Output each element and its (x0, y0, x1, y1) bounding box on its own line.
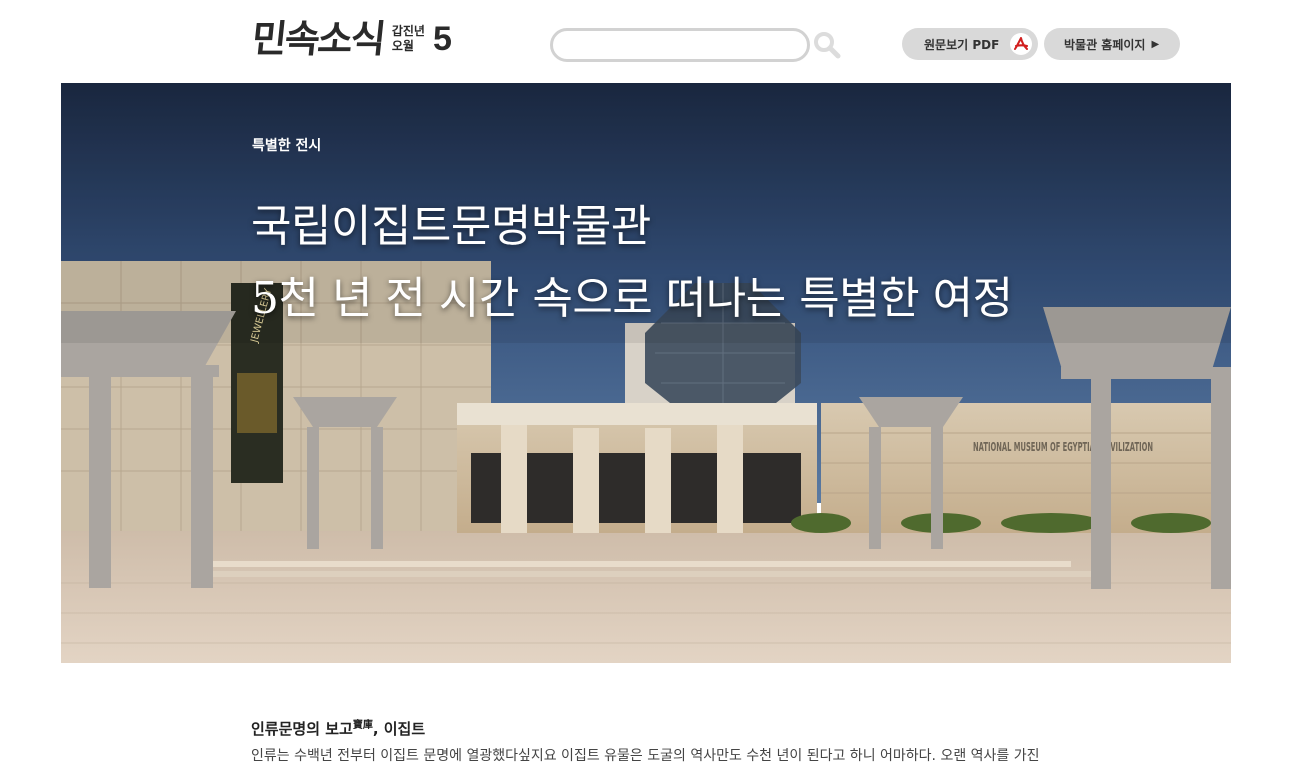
pdf-view-label: 원문보기 PDF (924, 37, 1000, 52)
museum-home-label: 박물관 홈페이지 (1064, 37, 1146, 52)
pdf-view-button[interactable]: 원문보기 PDF (902, 28, 1038, 60)
logo-month: 오월 (391, 39, 414, 53)
hero-title: 국립이집트문명박물관 5천 년 전 시간 속으로 떠나는 특별한 여정 (251, 191, 1013, 335)
section-category: 특별한 전시 (252, 138, 322, 154)
play-arrow-icon: ▶ (1151, 38, 1160, 50)
search-input[interactable] (550, 28, 810, 62)
logo-title: 민속소식 (249, 16, 387, 61)
hero-title-line1: 국립이집트문명박물관 (251, 201, 651, 252)
logo-year: 갑진년 (391, 24, 425, 38)
article-heading-tail: , 이집트 (372, 720, 426, 738)
hero-banner: JEWELLERY NATIONAL MUSEUM OF EGYPTIAN CI… (61, 83, 1231, 663)
museum-home-button[interactable]: 박물관 홈페이지 ▶ (1044, 28, 1180, 60)
museum-signage-text: NATIONAL MUSEUM OF EGYPTIAN CIVILIZATION (973, 440, 1153, 454)
article-heading: 인류문명의 보고寶庫, 이집트 (251, 716, 425, 739)
hero-title-line2: 5천 년 전 시간 속으로 떠나는 특별한 여정 (251, 273, 1013, 324)
museum-photo: JEWELLERY NATIONAL MUSEUM OF EGYPTIAN CI… (61, 83, 1231, 663)
article-heading-main: 인류문명의 보고 (251, 720, 353, 738)
logo-issue-number: 5 (432, 20, 452, 58)
logo-date: 갑진년 오월 (392, 24, 425, 54)
article-body: 인류는 수백년 전부터 이집트 문명에 열광했다싶지요 이집트 유물은 도굴의 … (251, 748, 1040, 764)
top-header: 민속소식 갑진년 오월 5 원문보기 PDF 박물관 홈페이지 ▶ (0, 0, 1302, 83)
article-heading-hanja: 寶庫 (352, 720, 373, 731)
search-icon[interactable] (812, 30, 842, 60)
site-logo[interactable]: 민속소식 갑진년 오월 5 (249, 14, 452, 64)
pdf-icon (1010, 33, 1032, 55)
